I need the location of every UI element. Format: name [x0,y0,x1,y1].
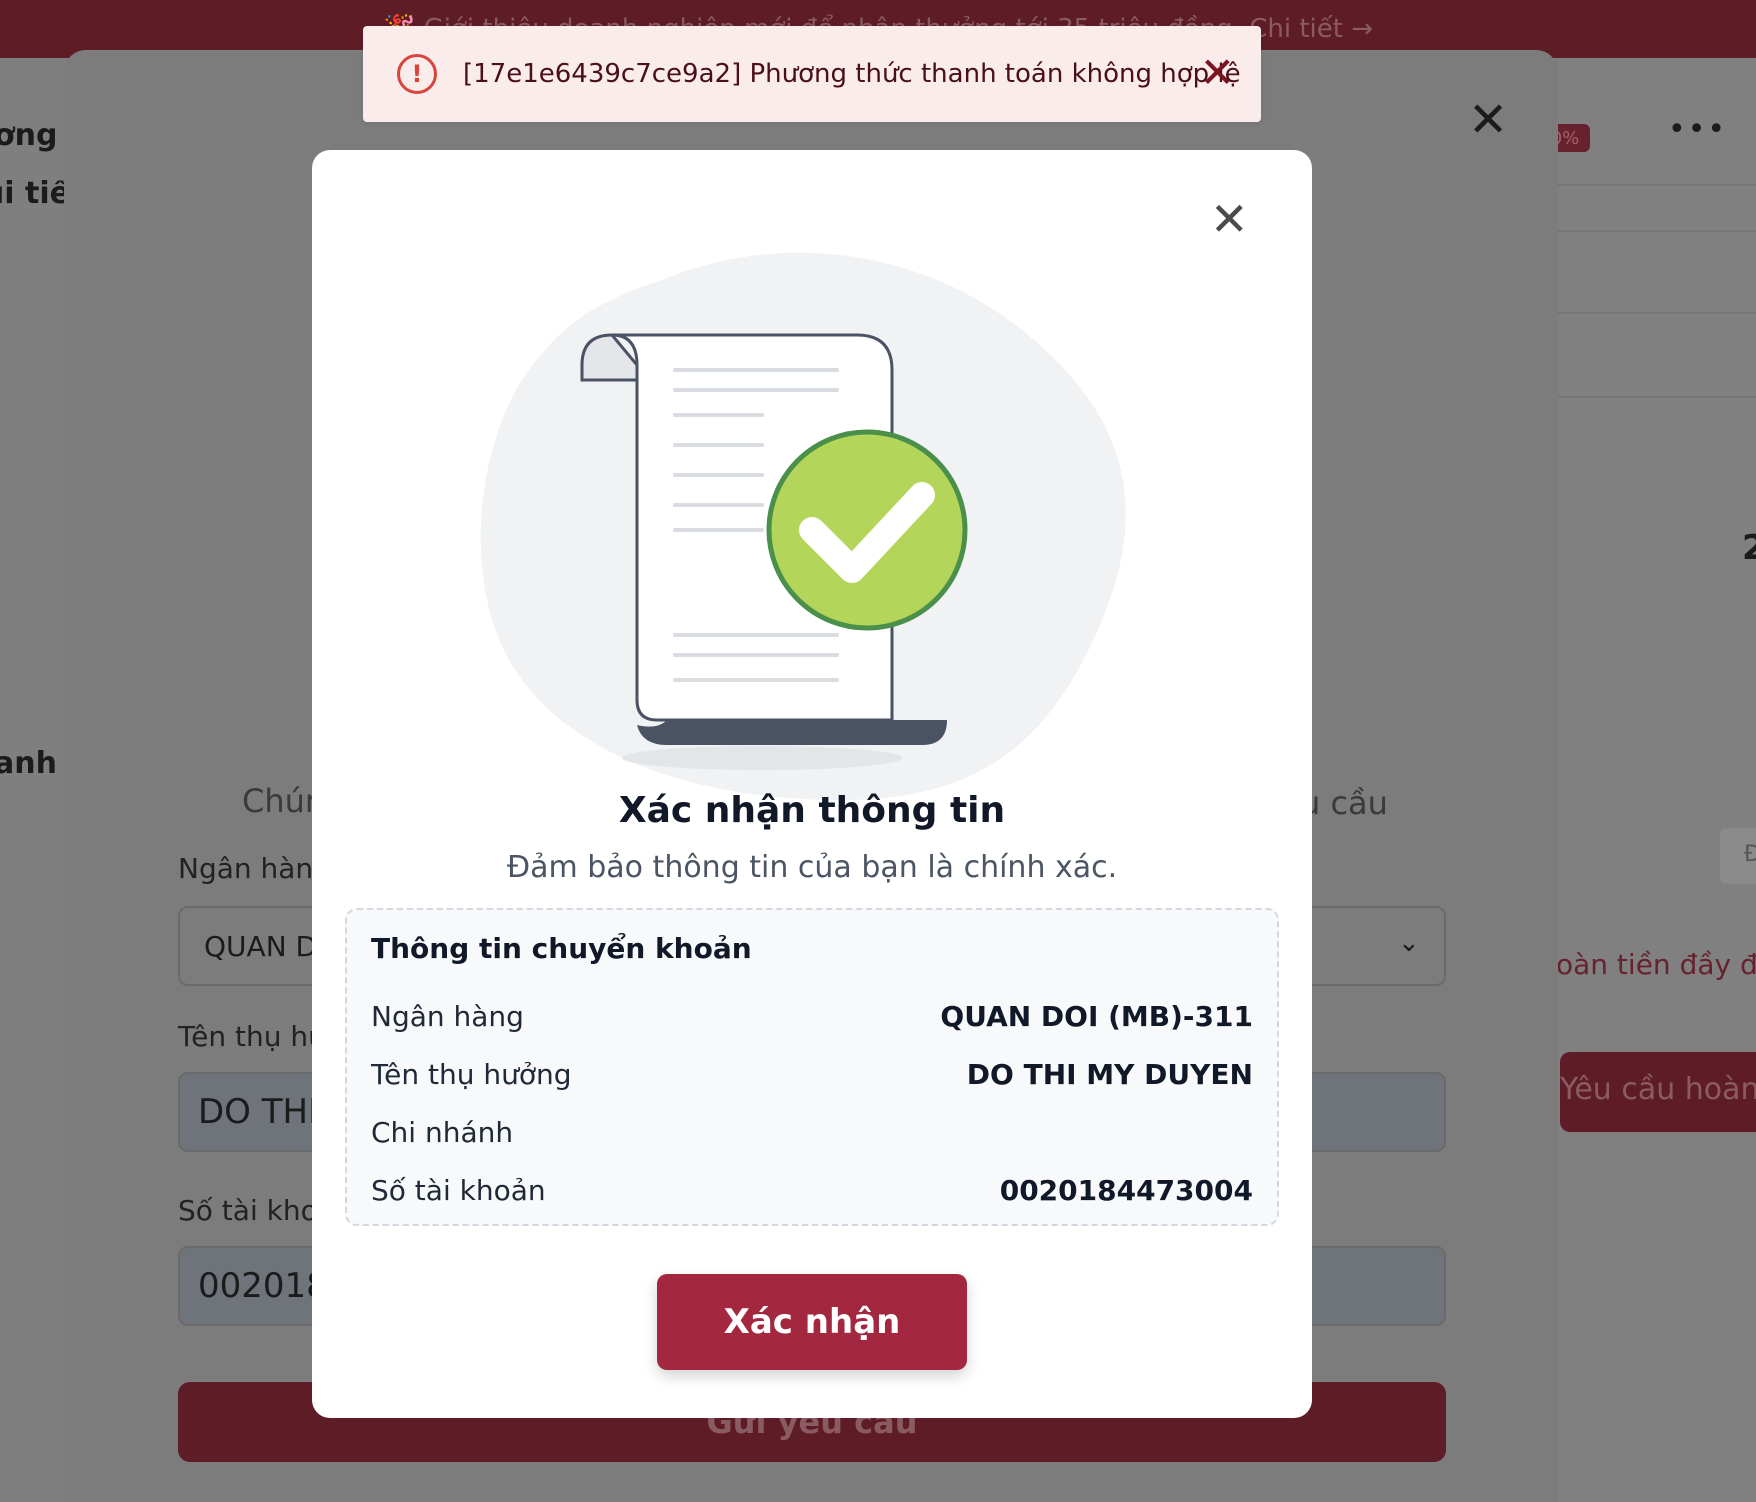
info-label: Số tài khoản [371,1173,546,1207]
beneficiary-label: Tên thụ hư [178,1020,326,1053]
info-row-account: Số tài khoản 0020184473004 [371,1161,1253,1219]
modal-close-icon[interactable]: ✕ [1210,196,1249,242]
background-close-icon: ✕ [1468,92,1509,148]
side-chip: Đ [1720,828,1756,884]
modal-title: Xác nhận thông tin [618,790,1006,831]
info-value: QUAN DOI (MB)-311 [940,999,1253,1033]
background-description-right: u cầu [1300,784,1388,822]
background-page-side [1558,58,1756,1502]
info-label: Chi nhánh [371,1115,514,1149]
confirm-info-modal: ✕ Xác nhận thông tin Đảm bảo thông tin c… [312,150,1312,1418]
info-row-branch: Chi nhánh [371,1103,1253,1161]
error-toast: ! [17e1e6439c7ce9a2] Phương thức thanh t… [363,26,1261,122]
toast-message: [17e1e6439c7ce9a2] Phương thức thanh toá… [463,59,1241,89]
side-value: 2 [1742,528,1756,568]
alert-circle-icon: ! [397,54,437,94]
info-label: Tên thụ hưởng [371,1057,572,1091]
more-icon: ••• [1668,112,1728,147]
refund-text: oàn tiền đầy đủ [1556,948,1756,981]
bank-label: Ngân hàng [178,852,331,885]
bg-fragment: ơng [0,118,58,153]
transfer-info-box: Thông tin chuyển khoản Ngân hàng QUAN DO… [345,908,1279,1226]
info-value: DO THI MY DUYEN [966,1057,1253,1091]
transfer-info-heading: Thông tin chuyển khoản [371,932,752,965]
chevron-down-icon: ⌄ [1398,928,1420,958]
bg-fragment: anh [0,746,57,781]
refund-button: Yêu cầu hoàn [1560,1052,1756,1132]
document-check-illustration [480,252,1126,801]
info-value: 0020184473004 [999,1173,1253,1207]
modal-subtitle: Đảm bảo thông tin của bạn là chính xác. [506,850,1118,885]
account-label: Số tài kho [178,1194,318,1227]
bg-fragment: ıi tiế [0,176,70,211]
confirm-button[interactable]: Xác nhận [657,1274,967,1370]
toast-close-icon[interactable]: ✕ [1200,52,1235,94]
info-row-bank: Ngân hàng QUAN DOI (MB)-311 [371,987,1253,1045]
info-label: Ngân hàng [371,999,524,1033]
info-row-beneficiary: Tên thụ hưởng DO THI MY DUYEN [371,1045,1253,1103]
